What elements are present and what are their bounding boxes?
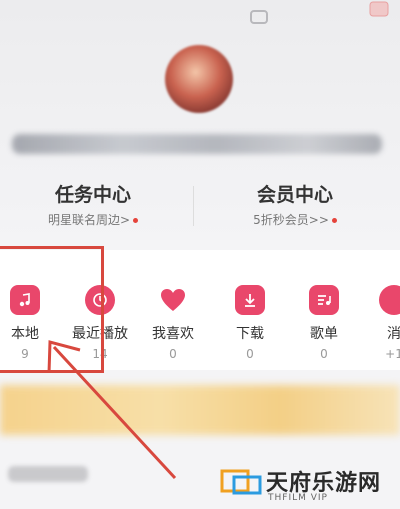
promo-banner[interactable] [0,385,400,435]
watermark-subtitle: THFILM VIP [268,493,328,503]
settings-icon[interactable] [368,0,390,22]
section-title-blurred [8,466,88,482]
vip-center-subtitle: 5折秒会员>> [205,211,385,228]
notification-dot [331,218,337,223]
highlight-box [0,246,104,373]
quick-item-liked[interactable]: 我喜欢 0 [137,285,209,361]
heart-icon [158,285,188,315]
username-blurred [12,134,382,154]
watermark-logo-icon [220,469,262,495]
notification-dot [133,218,139,223]
vip-center-card[interactable]: 会员中心 5折秒会员>> [205,180,385,228]
card-divider [193,186,194,226]
quick-label: 歌单 [310,326,338,342]
quick-item-download[interactable]: 下载 0 [214,285,286,361]
quick-count: 0 [320,347,328,361]
quick-count: 0 [169,347,177,361]
quick-label: 我喜欢 [152,326,194,342]
quick-item-messages[interactable]: 消 +1 [358,285,400,361]
avatar[interactable] [165,45,233,113]
task-center-card[interactable]: 任务中心 明星联名周边> [3,180,183,228]
playlist-icon [309,285,339,315]
quick-label: 下载 [236,326,264,342]
message-icon [379,285,400,315]
download-icon [235,285,265,315]
quick-item-playlist[interactable]: 歌单 0 [288,285,360,361]
task-center-subtitle: 明星联名周边> [3,211,183,228]
quick-count: 0 [246,347,254,361]
task-center-title: 任务中心 [54,184,131,206]
chat-icon[interactable] [248,6,270,28]
quick-count: +1 [385,347,400,361]
vip-center-title: 会员中心 [256,184,333,206]
quick-label: 消 [387,326,400,342]
watermark: 天府乐游网 THFILM VIP [220,463,400,505]
